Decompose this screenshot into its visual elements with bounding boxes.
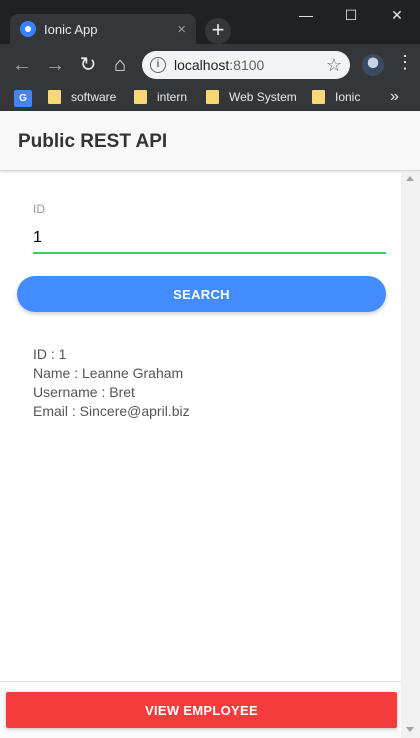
- bookmark-software[interactable]: software: [48, 90, 116, 104]
- folder-icon: [206, 90, 219, 104]
- url-port: :8100: [229, 57, 265, 73]
- app-viewport: Public REST API ID SEARCH ID : 1 Name : …: [0, 111, 420, 738]
- page-title: Public REST API: [18, 131, 168, 152]
- browser-titlebar: Ionic App × + — ☐ ✕: [0, 0, 420, 44]
- address-bar[interactable]: i localhost:8100 ☆: [142, 51, 350, 79]
- folder-icon: [312, 90, 325, 104]
- bookmark-web-system[interactable]: Web System: [206, 90, 297, 104]
- translate-icon[interactable]: G: [14, 90, 32, 107]
- search-button[interactable]: SEARCH: [17, 276, 386, 312]
- employee-result: ID : 1 Name : Leanne Graham Username : B…: [33, 345, 190, 421]
- bookmark-label: Web System: [229, 90, 297, 104]
- home-icon[interactable]: ⌂: [108, 53, 132, 77]
- result-email: Email : Sincere@april.biz: [33, 403, 190, 419]
- bookmarks-bar: G software intern Web System Ionic »: [0, 86, 420, 111]
- result-username: Username : Bret: [33, 384, 135, 400]
- new-tab-button[interactable]: +: [205, 18, 231, 44]
- more-bookmarks-icon[interactable]: »: [390, 88, 399, 106]
- browser-menu-icon[interactable]: ⋮: [396, 52, 414, 73]
- bookmark-intern[interactable]: intern: [134, 90, 187, 104]
- forward-arrow-icon[interactable]: →: [43, 53, 67, 77]
- site-info-icon[interactable]: i: [150, 57, 166, 73]
- tab-title: Ionic App: [44, 21, 98, 37]
- folder-icon: [48, 90, 61, 104]
- id-field-label: ID: [33, 202, 45, 216]
- bookmark-ionic[interactable]: Ionic: [312, 90, 360, 104]
- browser-tab[interactable]: Ionic App ×: [10, 14, 196, 44]
- bookmark-label: software: [71, 90, 117, 104]
- bookmark-label: intern: [157, 90, 188, 104]
- url-host: localhost: [174, 57, 230, 73]
- folder-icon: [134, 90, 147, 104]
- app-footer: VIEW EMPLOYEE: [0, 681, 401, 738]
- close-window-button[interactable]: ✕: [374, 0, 420, 30]
- bookmark-star-icon[interactable]: ☆: [326, 55, 342, 76]
- back-arrow-icon[interactable]: ←: [10, 53, 34, 77]
- scroll-up-arrow-icon[interactable]: [406, 176, 414, 181]
- app-header: Public REST API: [0, 111, 420, 171]
- tab-close-icon[interactable]: ×: [177, 21, 186, 38]
- ionic-favicon-icon: [20, 21, 36, 37]
- id-input[interactable]: [33, 223, 386, 254]
- scroll-down-arrow-icon[interactable]: [406, 727, 414, 732]
- view-employee-button[interactable]: VIEW EMPLOYEE: [6, 692, 397, 728]
- minimize-button[interactable]: —: [283, 0, 329, 30]
- result-name: Name : Leanne Graham: [33, 365, 184, 381]
- profile-avatar[interactable]: [362, 54, 384, 76]
- result-id: ID : 1: [33, 346, 67, 362]
- reload-icon[interactable]: ↻: [76, 53, 100, 77]
- bookmark-label: Ionic: [335, 90, 361, 104]
- vertical-scrollbar[interactable]: [401, 172, 420, 738]
- maximize-button[interactable]: ☐: [328, 0, 374, 30]
- url-text[interactable]: localhost:8100: [174, 57, 264, 73]
- browser-toolbar: ← → ↻ ⌂ i localhost:8100 ☆ ⋮: [0, 44, 420, 86]
